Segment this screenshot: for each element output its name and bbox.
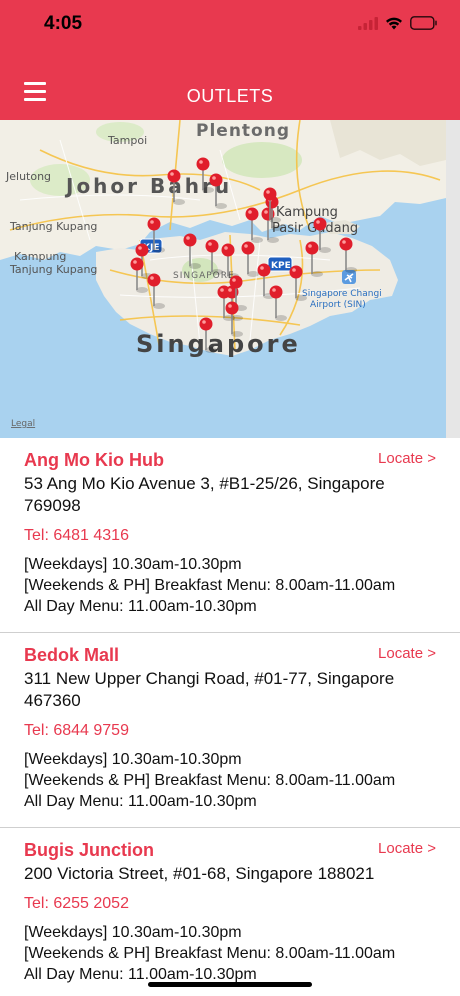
map-label-singapore: Singapore bbox=[136, 330, 301, 358]
outlet-hours: [Weekdays] 10.30am-10.30pm [Weekends & P… bbox=[24, 922, 436, 985]
status-bar: 4:05 bbox=[0, 0, 460, 60]
map-label-tanjung-kupang: Tanjung Kupang bbox=[9, 220, 97, 233]
hours-all-day: All Day Menu: 11.00am-10.30pm bbox=[24, 598, 257, 615]
wifi-icon bbox=[386, 17, 402, 29]
map-label-tanjung-kupang-2: Tanjung Kupang bbox=[9, 263, 97, 276]
outlets-map[interactable]: Plentong Tampoi Jelutong Johor Bahru Kam… bbox=[0, 120, 446, 438]
map-canvas: Plentong Tampoi Jelutong Johor Bahru Kam… bbox=[0, 120, 446, 429]
hours-weekdays: [Weekdays] 10.30am-10.30pm bbox=[24, 924, 242, 941]
hours-all-day: All Day Menu: 11.00am-10.30pm bbox=[24, 793, 257, 810]
battery-icon bbox=[410, 16, 437, 30]
map-label-plentong: Plentong bbox=[196, 121, 290, 141]
outlet-list: Ang Mo Kio Hub Locate > 53 Ang Mo Kio Av… bbox=[0, 438, 460, 996]
map-legal-link[interactable]: Legal bbox=[11, 419, 35, 429]
map-label-kampung: Kampung bbox=[276, 205, 338, 220]
hours-weekends: [Weekends & PH] Breakfast Menu: 8.00am-1… bbox=[24, 772, 396, 789]
locate-link[interactable]: Locate > bbox=[378, 450, 436, 467]
locate-link[interactable]: Locate > bbox=[378, 645, 436, 662]
outlet-card: Ang Mo Kio Hub Locate > 53 Ang Mo Kio Av… bbox=[0, 438, 460, 633]
map-park-1 bbox=[222, 142, 302, 178]
status-icons bbox=[358, 16, 438, 30]
outlet-address: 53 Ang Mo Kio Avenue 3, #B1-25/26, Singa… bbox=[24, 474, 385, 515]
page-title: OUTLETS bbox=[186, 86, 274, 106]
map-label-jelutong: Jelutong bbox=[5, 170, 51, 183]
outlet-name: Ang Mo Kio Hub bbox=[24, 450, 164, 470]
hours-weekdays: [Weekdays] 10.30am-10.30pm bbox=[24, 556, 242, 573]
map-label-tampoi: Tampoi bbox=[107, 134, 147, 147]
map-scroll-rail bbox=[446, 120, 460, 438]
hours-weekends: [Weekends & PH] Breakfast Menu: 8.00am-1… bbox=[24, 577, 396, 594]
svg-text:KPE: KPE bbox=[271, 261, 291, 271]
home-indicator[interactable] bbox=[148, 982, 312, 987]
outlet-hours: [Weekdays] 10.30am-10.30pm [Weekends & P… bbox=[24, 749, 436, 812]
outlet-address: 311 New Upper Changi Road, #01-77, Singa… bbox=[24, 669, 395, 710]
locate-link[interactable]: Locate > bbox=[378, 840, 436, 857]
outlet-phone[interactable]: Tel: 6481 4316 bbox=[24, 525, 436, 547]
map-label-kampung-2: Kampung bbox=[14, 250, 66, 263]
map-label-changi: Singapore Changi bbox=[302, 289, 382, 299]
map-label-singapore-small: SINGAPORE bbox=[173, 271, 235, 281]
outlet-phone[interactable]: Tel: 6844 9759 bbox=[24, 720, 436, 742]
expressway-badge-kpe: KPE bbox=[267, 256, 293, 272]
outlet-name: Bugis Junction bbox=[24, 840, 154, 860]
outlet-address: 200 Victoria Street, #01-68, Singapore 1… bbox=[24, 864, 375, 883]
outlet-card: Bugis Junction Locate > 200 Victoria Str… bbox=[0, 828, 460, 996]
outlet-phone[interactable]: Tel: 6255 2052 bbox=[24, 893, 436, 915]
cellular-signal-icon bbox=[358, 16, 378, 30]
map-label-johor-bahru: Johor Bahru bbox=[64, 174, 232, 198]
map-label-changi-2: Airport (SIN) bbox=[310, 300, 366, 310]
nav-header: OUTLETS bbox=[0, 60, 460, 120]
outlet-card: Bedok Mall Locate > 311 New Upper Changi… bbox=[0, 633, 460, 828]
outlet-hours: [Weekdays] 10.30am-10.30pm [Weekends & P… bbox=[24, 554, 436, 617]
hours-weekends: [Weekends & PH] Breakfast Menu: 8.00am-1… bbox=[24, 945, 396, 962]
outlet-name: Bedok Mall bbox=[24, 645, 120, 665]
status-time: 4:05 bbox=[44, 13, 83, 34]
hours-weekdays: [Weekdays] 10.30am-10.30pm bbox=[24, 751, 242, 768]
